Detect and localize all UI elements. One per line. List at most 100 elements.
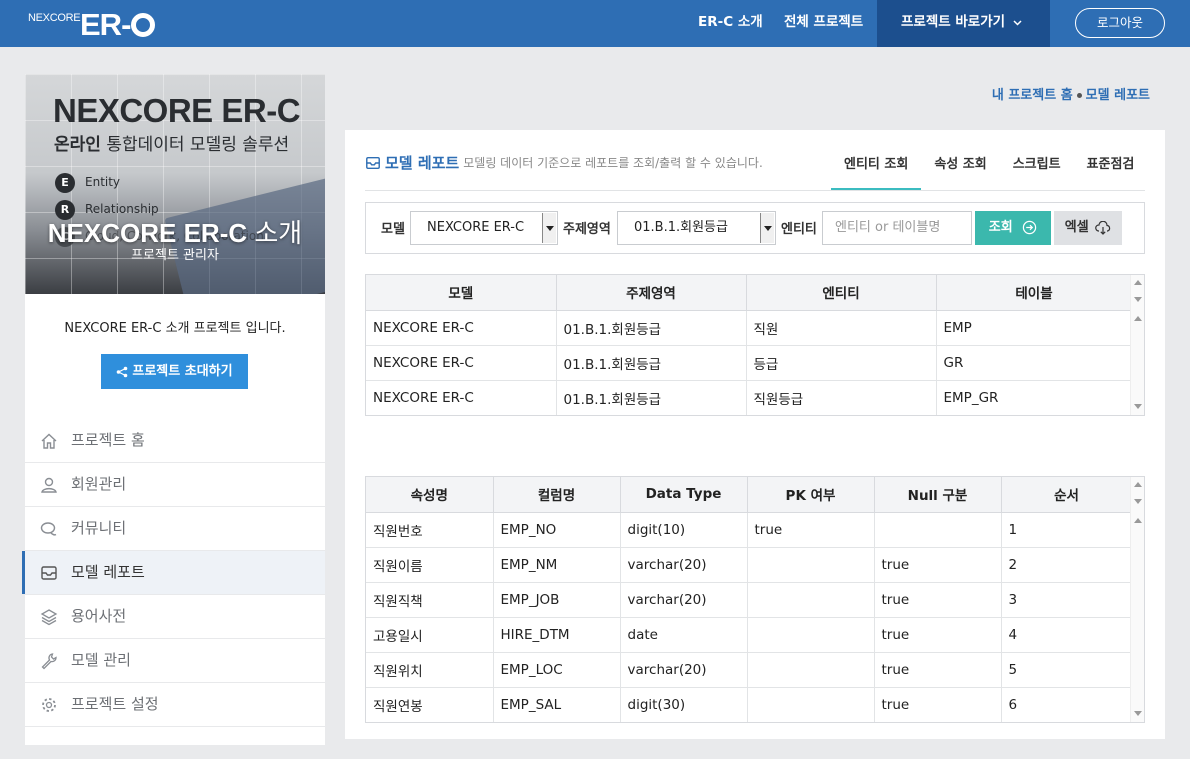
table-cell: 고용일시 bbox=[366, 617, 494, 653]
sidebar-item-project-settings[interactable]: 프로젝트 설정 bbox=[25, 683, 325, 727]
invite-project-button[interactable]: 프로젝트 초대하기 bbox=[101, 354, 248, 389]
column-header[interactable]: 컬럼명 bbox=[493, 477, 621, 513]
subject-area-label: 주제영역 bbox=[563, 222, 611, 237]
sidebar-item-model-report[interactable]: 모델 레포트 bbox=[22, 551, 325, 595]
table-row[interactable]: NEXCORE ER-C 01.B.1.회원등급 직원등급 EMP_GR bbox=[366, 380, 1133, 415]
breadcrumb: 내 프로젝트 홈 모델 레포트 bbox=[992, 84, 1150, 103]
chevron-down-icon bbox=[760, 213, 774, 243]
table-row[interactable]: 직원이름 EMP_NM varchar(20) true 2 bbox=[366, 547, 1133, 583]
sidebar-item-label: 커뮤니티 bbox=[71, 519, 127, 537]
table-cell: 01.B.1.회원등급 bbox=[556, 310, 747, 346]
subject-area-select[interactable]: 01.B.1.회원등급 bbox=[617, 211, 776, 245]
table-row[interactable]: 고용일시 HIRE_DTM date true 4 bbox=[366, 617, 1133, 653]
logo-big-text: ER- bbox=[80, 8, 156, 42]
sidebar-item-label: 용어사전 bbox=[71, 607, 127, 625]
page-title: 모델 레포트 bbox=[385, 154, 460, 172]
attribute-table-scrollbar[interactable] bbox=[1130, 477, 1144, 722]
table-cell: NEXCORE ER-C bbox=[366, 310, 557, 346]
table-cell: EMP_LOC bbox=[493, 652, 621, 688]
excel-button[interactable]: 엑셀 bbox=[1054, 211, 1122, 245]
column-header[interactable]: 속성명 bbox=[366, 477, 494, 513]
attribute-table: 속성명 컬럼명 Data Type PK 여부 Null 구분 순서 직원번호 … bbox=[365, 476, 1145, 723]
column-header[interactable]: Null 구분 bbox=[874, 477, 1002, 513]
column-header[interactable]: PK 여부 bbox=[747, 477, 875, 513]
nav-project-shortcut[interactable]: 프로젝트 바로가기 bbox=[877, 0, 1050, 47]
invite-button-label: 프로젝트 초대하기 bbox=[132, 364, 233, 379]
inbox-icon bbox=[366, 156, 380, 169]
tab-entity-query[interactable]: 엔티티 조회 bbox=[831, 148, 922, 191]
table-cell: varchar(20) bbox=[620, 652, 748, 688]
subject-area-select-value: 01.B.1.회원등급 bbox=[634, 220, 728, 235]
column-header[interactable]: 주제영역 bbox=[556, 275, 747, 311]
entity-search-input[interactable]: 엔티티 or 테이블명 bbox=[822, 211, 972, 245]
tab-attribute-query[interactable]: 속성 조회 bbox=[921, 148, 999, 191]
table-cell: 직원 bbox=[746, 310, 937, 346]
nav-erc-intro[interactable]: ER-C 소개 bbox=[698, 0, 763, 47]
chat-icon bbox=[40, 522, 57, 536]
logout-button[interactable]: 로그아웃 bbox=[1075, 8, 1165, 38]
table-header-row: 속성명 컬럼명 Data Type PK 여부 Null 구분 순서 bbox=[366, 477, 1133, 513]
table-cell: digit(30) bbox=[620, 687, 748, 722]
sidebar-item-model-manage[interactable]: 모델 관리 bbox=[25, 639, 325, 683]
table-cell bbox=[747, 617, 875, 653]
column-header[interactable]: 테이블 bbox=[936, 275, 1133, 311]
table-cell: 01.B.1.회원등급 bbox=[556, 345, 747, 381]
entity-label: 엔티티 bbox=[781, 222, 817, 237]
table-cell: true bbox=[874, 687, 1002, 722]
table-cell: GR bbox=[936, 345, 1133, 381]
tab-standard-check[interactable]: 표준점검 bbox=[1074, 148, 1148, 191]
table-row[interactable]: NEXCORE ER-C 01.B.1.회원등급 직원 EMP bbox=[366, 310, 1133, 346]
main-panel: 모델 레포트 모델링 데이터 기준으로 레포트를 조회/출력 할 수 있습니다. … bbox=[345, 130, 1165, 739]
table-row[interactable]: NEXCORE ER-C 01.B.1.회원등급 등급 GR bbox=[366, 345, 1133, 381]
table-row[interactable]: 직원번호 EMP_NO digit(10) true 1 bbox=[366, 512, 1133, 548]
table-cell: 직원등급 bbox=[746, 380, 937, 415]
sidebar-item-label: 프로젝트 설정 bbox=[71, 695, 159, 713]
column-header[interactable]: 순서 bbox=[1001, 477, 1133, 513]
table-cell: 4 bbox=[1001, 617, 1133, 653]
table-row[interactable]: 직원연봉 EMP_SAL digit(30) true 6 bbox=[366, 687, 1133, 722]
table-cell: 직원연봉 bbox=[366, 687, 494, 722]
model-select[interactable]: NEXCORE ER-C bbox=[410, 211, 558, 245]
table-cell: HIRE_DTM bbox=[493, 617, 621, 653]
column-header[interactable]: Data Type bbox=[620, 477, 748, 513]
table-row[interactable]: 직원위치 EMP_LOC varchar(20) true 5 bbox=[366, 652, 1133, 688]
table-cell: 등급 bbox=[746, 345, 937, 381]
tab-script[interactable]: 스크립트 bbox=[1000, 148, 1074, 191]
banner-title: NEXCORE ER-C bbox=[53, 92, 301, 129]
page-title-row: 모델 레포트 모델링 데이터 기준으로 레포트를 조회/출력 할 수 있습니다. bbox=[365, 152, 763, 173]
gear-icon bbox=[42, 698, 56, 712]
table-cell: NEXCORE ER-C bbox=[366, 380, 557, 415]
sidebar-item-members[interactable]: 회원관리 bbox=[25, 463, 325, 507]
column-header[interactable]: 모델 bbox=[366, 275, 557, 311]
table-cell: true bbox=[874, 617, 1002, 653]
logo-c-mark bbox=[131, 13, 156, 37]
chevron-down-icon bbox=[542, 213, 556, 243]
sidebar-item-project-home[interactable]: 프로젝트 홈 bbox=[25, 419, 325, 463]
nav-project-shortcut-label: 프로젝트 바로가기 bbox=[901, 14, 1006, 30]
table-cell bbox=[747, 582, 875, 618]
entity-table-scrollbar[interactable] bbox=[1130, 275, 1144, 415]
search-button[interactable]: 조회 bbox=[975, 211, 1051, 245]
top-navbar: NEXCORE ER- ER-C 소개 전체 프로젝트 프로젝트 바로가기 로그… bbox=[0, 0, 1190, 47]
table-row[interactable]: 직원직책 EMP_JOB varchar(20) true 3 bbox=[366, 582, 1133, 618]
sidebar-item-glossary[interactable]: 용어사전 bbox=[25, 595, 325, 639]
project-banner: NEXCORE ER-C 온라인 통합데이터 모델링 솔루션 E Entity R… bbox=[25, 74, 325, 294]
nav-all-projects[interactable]: 전체 프로젝트 bbox=[784, 0, 863, 47]
share-icon bbox=[117, 366, 128, 377]
model-select-value: NEXCORE ER-C bbox=[427, 220, 525, 235]
report-tabs: 엔티티 조회 속성 조회 스크립트 표준점검 bbox=[831, 148, 1147, 191]
table-cell: true bbox=[874, 547, 1002, 583]
excel-button-label: 엑셀 bbox=[1064, 220, 1089, 235]
chevron-down-icon bbox=[1013, 19, 1022, 26]
table-cell: EMP_NM bbox=[493, 547, 621, 583]
table-cell: true bbox=[747, 512, 875, 548]
table-cell: 5 bbox=[1001, 652, 1133, 688]
table-cell: NEXCORE ER-C bbox=[366, 345, 557, 381]
layers-icon bbox=[40, 609, 58, 626]
table-cell: EMP_GR bbox=[936, 380, 1133, 415]
column-header[interactable]: 엔티티 bbox=[746, 275, 937, 311]
table-cell: 2 bbox=[1001, 547, 1133, 583]
breadcrumb-home-link[interactable]: 내 프로젝트 홈 bbox=[992, 88, 1073, 103]
table-cell: 01.B.1.회원등급 bbox=[556, 380, 747, 415]
sidebar-item-community[interactable]: 커뮤니티 bbox=[25, 507, 325, 551]
